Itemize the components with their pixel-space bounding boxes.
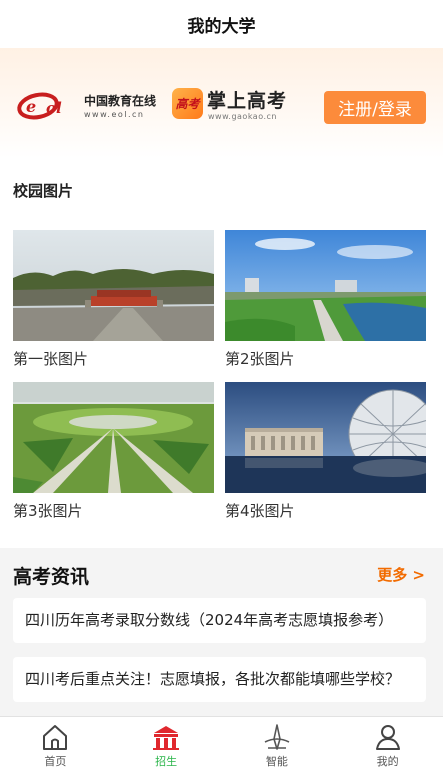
campus-garden-image	[13, 382, 214, 493]
campus-photo-card[interactable]: 第一张图片	[13, 230, 214, 369]
gaokao-badge-icon: 高考	[172, 88, 203, 119]
building-icon	[153, 726, 180, 750]
campus-section-title: 校园图片	[13, 182, 74, 200]
svg-text:ol: ol	[46, 99, 62, 117]
tab-home[interactable]: 首页	[0, 717, 111, 772]
compass-icon	[264, 724, 290, 750]
photo-caption: 第2张图片	[225, 350, 295, 368]
photo-caption: 第4张图片	[225, 502, 295, 520]
tab-label: 我的	[376, 755, 399, 768]
news-section-title: 高考资讯	[13, 566, 90, 588]
news-item[interactable]: 四川历年高考录取分数线（2024年高考志愿填报参考）	[13, 598, 426, 643]
campus-gate-image	[13, 230, 214, 341]
tab-label: 首页	[44, 755, 67, 768]
brand-banner: e ol 中国教育在线 www.eol.cn 高考 掌上高考 www.gaoka…	[0, 48, 443, 158]
bottom-tab-bar: 首页 招生 智能 我的	[0, 716, 443, 772]
campus-photo-card[interactable]: 第3张图片	[13, 382, 214, 521]
gaokao-url: www.gaokao.cn	[208, 112, 277, 121]
campus-dome-building-image	[225, 382, 426, 493]
svg-text:e: e	[26, 97, 36, 116]
tab-smart[interactable]: 智能	[222, 717, 333, 772]
photo-caption: 第3张图片	[13, 502, 83, 520]
eol-url: www.eol.cn	[84, 110, 145, 119]
tab-label: 招生	[155, 755, 178, 768]
photo-caption: 第一张图片	[13, 350, 89, 368]
eol-name: 中国教育在线	[84, 93, 156, 108]
gaokao-news-section: 高考资讯 更多 > 四川历年高考录取分数线（2024年高考志愿填报参考） 四川考…	[0, 556, 443, 716]
home-icon	[43, 725, 68, 750]
page-title: 我的大学	[187, 16, 256, 37]
tab-mine[interactable]: 我的	[332, 717, 443, 772]
tab-admission[interactable]: 招生	[111, 717, 222, 772]
news-item[interactable]: 四川考后重点关注！志愿填报，各批次都能填哪些学校？	[13, 657, 426, 702]
campus-photo-card[interactable]: 第2张图片	[225, 230, 426, 369]
top-bar: 我的大学	[0, 0, 443, 48]
gaokao-logo: 高考 掌上高考 www.gaokao.cn	[172, 86, 287, 126]
user-icon	[375, 725, 400, 750]
gaokao-name: 掌上高考	[207, 90, 288, 112]
more-news-link[interactable]: 更多 >	[377, 564, 425, 585]
register-login-button[interactable]: 注册/登录	[324, 91, 426, 124]
tab-label: 智能	[265, 755, 288, 768]
campus-aerial-lake-image	[225, 230, 426, 341]
eol-logo: e ol 中国教育在线 www.eol.cn	[17, 92, 156, 120]
campus-photo-card[interactable]: 第4张图片	[225, 382, 426, 521]
campus-photos-section: 校园图片 第一张图片 第2张图片 第3张图片 第4张图片	[0, 158, 443, 548]
